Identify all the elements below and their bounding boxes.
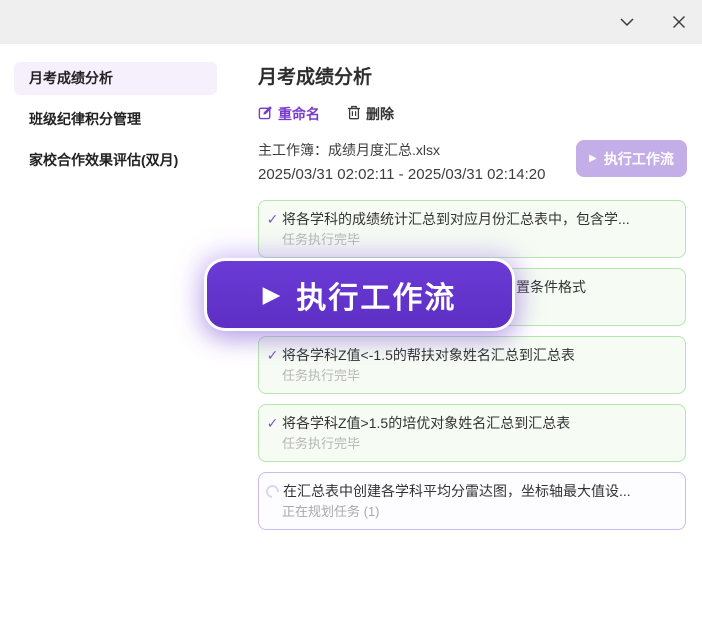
check-icon: ✓ [265,345,280,365]
window-titlebar [0,0,702,44]
check-icon: ✓ [265,209,280,229]
sidebar-item-class-discipline-points[interactable]: 班级纪律积分管理 [14,103,217,136]
page-title: 月考成绩分析 [258,62,688,89]
task-card[interactable]: 在汇总表中创建各学科平均分雷达图，坐标轴最大值设... 正在规划任务 (1) [258,472,686,530]
task-text: 将各学科的成绩统计汇总到对应月份汇总表中，包含学... [282,209,630,229]
workflow-panel: 月考成绩分析 班级纪律积分管理 家校合作效果评估(双月) 月考成绩分析 重命名 [0,0,702,626]
task-status: 正在规划任务 (1) [282,504,673,520]
task-text: 将各学科Z值<-1.5的帮扶对象姓名汇总到汇总表 [282,345,575,365]
task-status: 任务执行完毕 [282,232,673,248]
rename-label: 重命名 [278,104,320,124]
task-text: 在汇总表中创建各学科平均分雷达图，坐标轴最大值设... [283,481,631,501]
chevron-down-icon [616,11,638,33]
task-list: ✓将各学科的成绩统计汇总到对应月份汇总表中，包含学...任务执行完毕置条件格式✓… [258,200,686,540]
task-row: ✓将各学科Z值<-1.5的帮扶对象姓名汇总到汇总表 [265,345,673,365]
play-triangle-icon: ▶ [589,154,597,164]
task-row: 在汇总表中创建各学科平均分雷达图，坐标轴最大值设... [265,481,673,501]
overlay-button-label: 执行工作流 [296,273,456,317]
execute-workflow-label: 执行工作流 [604,149,674,169]
spinner-icon [265,482,282,500]
task-card[interactable]: ✓将各学科的成绩统计汇总到对应月份汇总表中，包含学... 任务执行完毕 [258,200,686,258]
execute-workflow-button[interactable]: ▶ 执行工作流 [576,140,687,177]
delete-button[interactable]: 删除 [347,104,394,124]
close-icon [668,11,690,33]
task-card[interactable]: ✓将各学科Z值<-1.5的帮扶对象姓名汇总到汇总表任务执行完毕 [258,336,686,394]
sidebar-item-monthly-exam-analysis[interactable]: 月考成绩分析 [14,62,217,95]
task-text: 将各学科Z值>1.5的培优对象姓名汇总到汇总表 [282,413,570,433]
execute-workflow-overlay-button[interactable]: ▶ 执行工作流 [207,261,512,328]
task-status: 任务执行完毕 [282,436,673,452]
rename-button[interactable]: 重命名 [258,104,320,124]
task-row: ✓将各学科的成绩统计汇总到对应月份汇总表中，包含学... [265,209,673,229]
sidebar-item-home-school-evaluation[interactable]: 家校合作效果评估(双月) [14,144,217,177]
header-actions: 重命名 删除 [258,104,688,124]
check-icon: ✓ [265,413,280,433]
play-triangle-icon: ▶ [263,281,281,308]
delete-label: 删除 [366,104,394,124]
workflow-sidebar: 月考成绩分析 班级纪律积分管理 家校合作效果评估(双月) [14,62,217,185]
task-text: 置条件格式 [516,277,586,297]
task-row: ✓将各学科Z值>1.5的培优对象姓名汇总到汇总表 [265,413,673,433]
task-status: 任务执行完毕 [282,368,673,384]
task-card[interactable]: ✓将各学科Z值>1.5的培优对象姓名汇总到汇总表任务执行完毕 [258,404,686,462]
edit-pencil-icon [258,105,273,123]
collapse-button[interactable] [614,9,640,35]
trash-icon [347,105,361,123]
close-button[interactable] [666,9,692,35]
